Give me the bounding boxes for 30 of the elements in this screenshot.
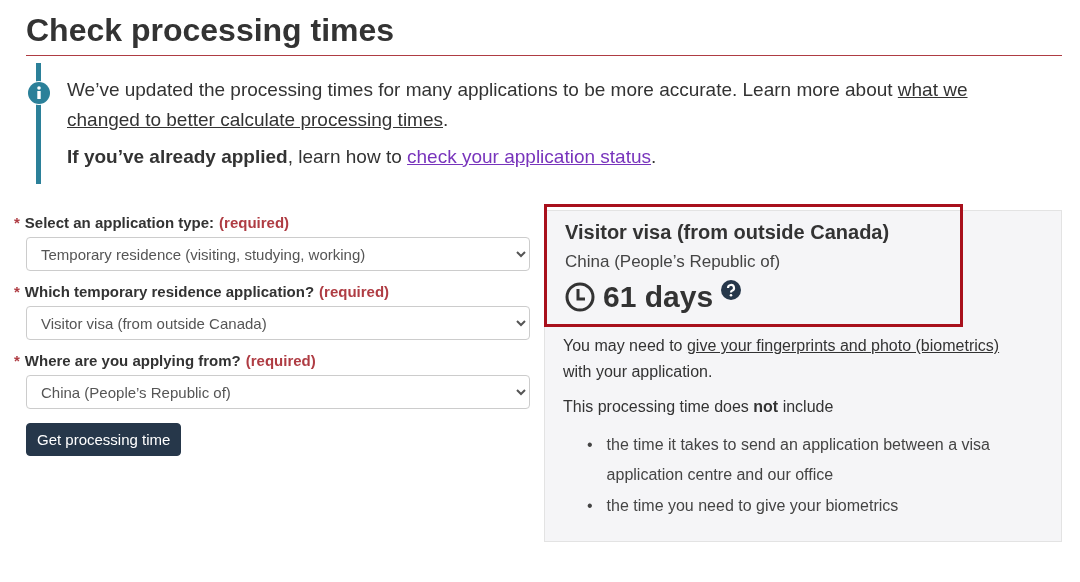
required-tag: (required) [219, 214, 290, 232]
select-field[interactable]: China (People’s Republic of) [26, 375, 530, 410]
clock-icon [565, 282, 595, 313]
bullet-marker: • [587, 434, 593, 455]
required-asterisk: * [14, 283, 20, 301]
result-text: This processing time does not include [563, 397, 835, 418]
alert-text: We’ve updated the processing times for many applications to be more accurate. Learn more about what we changed to better calculate processing times. [67, 78, 969, 133]
select-field[interactable]: Temporary residence (visiting, studying, working) [26, 237, 530, 272]
link[interactable]: check your application status [407, 145, 651, 167]
page-title: Check processing times [26, 12, 1062, 56]
select-field[interactable]: Visitor visa (from outside Canada) [26, 306, 530, 341]
help-icon[interactable] [721, 280, 742, 301]
link[interactable]: what we [897, 79, 968, 100]
required-asterisk: * [14, 214, 20, 232]
result-heading: Visitor visa (from outside Canada) [565, 221, 891, 245]
field-label: Where are you applying from? [24, 352, 241, 370]
alert-text: If you’ve already applied, learn how to check your application status. [67, 144, 658, 169]
country-text: China (People’s Republic of) [565, 252, 782, 273]
field-label: Which temporary residence application? [24, 283, 315, 301]
result-text: You may need to give your fingerprints and photo (biometrics) with your application. [563, 336, 1001, 382]
field-label: Select an application type: [24, 214, 215, 232]
bullet-text: the time you need to give your biometrics [606, 495, 899, 516]
required-tag: (required) [319, 283, 390, 301]
get-processing-time-button[interactable]: Get processing time [26, 423, 182, 457]
required-asterisk: * [14, 352, 20, 370]
bullet-marker: • [587, 495, 593, 516]
link[interactable]: changed to better calculate processing times [67, 109, 443, 131]
link[interactable]: give your fingerprints and photo (biometrics) [686, 337, 1000, 355]
processing-time: 61 days [603, 280, 714, 315]
required-tag: (required) [245, 352, 316, 370]
